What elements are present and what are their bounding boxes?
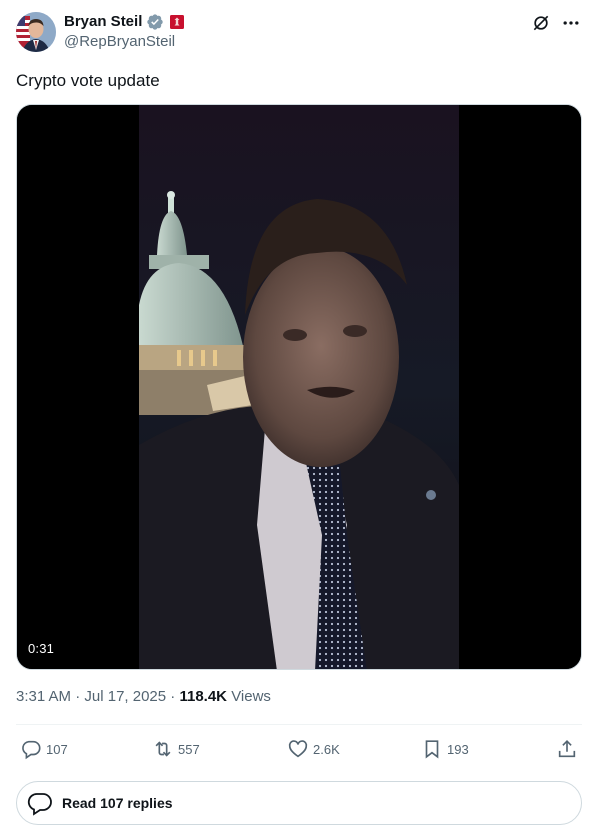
- like-button[interactable]: 2.6K: [287, 730, 340, 768]
- like-count: 2.6K: [313, 741, 340, 757]
- more-options-icon[interactable]: [560, 12, 582, 34]
- avatar[interactable]: [16, 12, 56, 52]
- views-label[interactable]: Views: [231, 688, 271, 705]
- reply-button[interactable]: 107: [20, 730, 68, 768]
- bookmark-button[interactable]: 193: [421, 730, 469, 768]
- meta-separator: ·: [75, 688, 81, 705]
- tweet-text: Crypto vote update: [16, 71, 160, 90]
- tweet-detail: Bryan Steil @RepBryanSteil Crypto vote u…: [0, 0, 598, 834]
- author-display-name[interactable]: Bryan Steil: [64, 13, 142, 31]
- video-player[interactable]: 0:31: [16, 104, 582, 670]
- reply-icon: [22, 740, 41, 760]
- verified-badge-icon[interactable]: [146, 13, 164, 31]
- repost-button[interactable]: 557: [152, 730, 200, 768]
- tweet-top-actions: [530, 12, 582, 34]
- read-replies-label: Read 107 replies: [62, 795, 173, 811]
- tweet-meta: 3:31 AM · Jul 17, 2025 · 118.4K Views: [16, 687, 271, 707]
- author-name-row: Bryan Steil: [64, 13, 185, 31]
- bookmark-count: 193: [447, 741, 469, 757]
- author-handle[interactable]: @RepBryanSteil: [64, 33, 175, 51]
- conversation-icon: [27, 793, 52, 816]
- read-replies-button[interactable]: Read 107 replies: [16, 781, 582, 825]
- heart-icon: [288, 740, 308, 758]
- tweet-time[interactable]: 3:31 AM: [16, 688, 71, 705]
- meta-separator-2: ·: [170, 688, 176, 705]
- divider: [16, 724, 582, 725]
- views-count[interactable]: 118.4K: [179, 688, 227, 705]
- share-icon: [558, 740, 576, 758]
- grok-icon[interactable]: [530, 12, 552, 34]
- bookmark-icon: [425, 740, 439, 759]
- house-seal-icon[interactable]: [169, 14, 185, 30]
- share-button[interactable]: [556, 730, 578, 768]
- video-frame: [17, 105, 581, 669]
- spacer: [16, 772, 582, 773]
- video-duration: 0:31: [28, 641, 55, 656]
- reply-count: 107: [46, 741, 68, 757]
- tweet-date[interactable]: Jul 17, 2025: [84, 688, 166, 705]
- tweet-actions: 107 557 2.6K 193: [16, 730, 582, 768]
- repost-count: 557: [178, 741, 200, 757]
- repost-icon: [155, 741, 171, 757]
